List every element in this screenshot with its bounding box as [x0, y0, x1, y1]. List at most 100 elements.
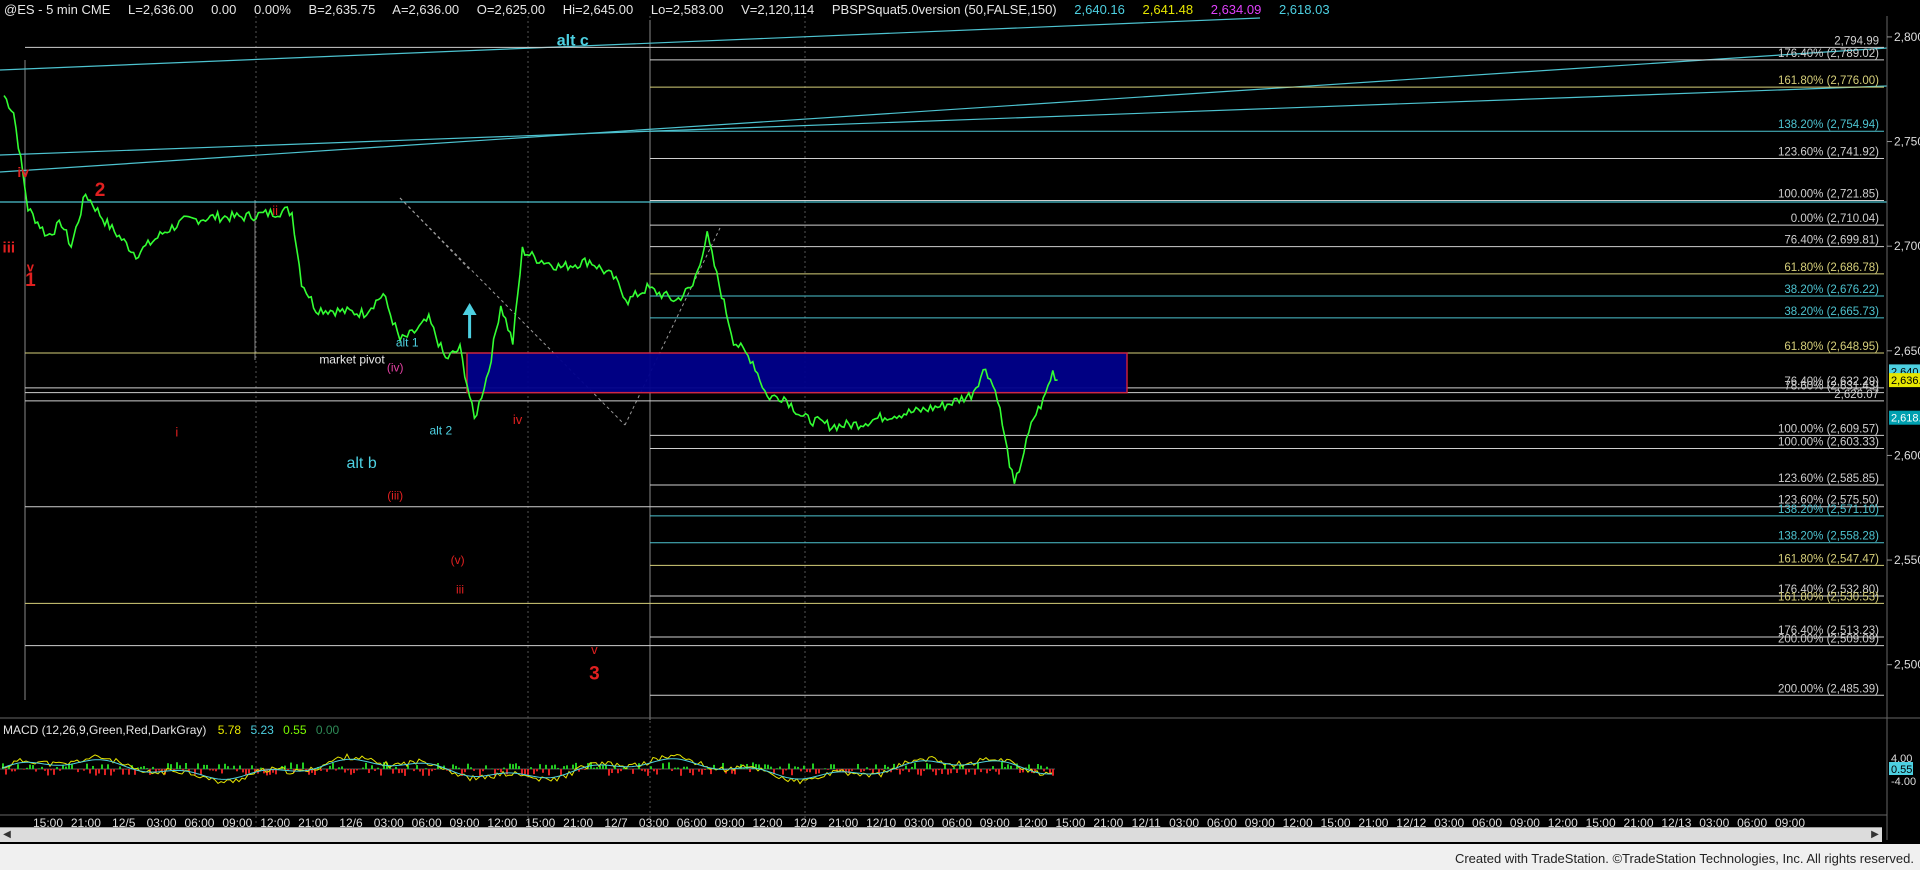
macd-histogram-bar — [503, 767, 505, 769]
scroll-right-icon[interactable]: ▶ — [1868, 828, 1882, 842]
macd-histogram-bar — [815, 769, 817, 774]
macd-histogram-bar — [533, 769, 535, 775]
fib-line-label: 123.60% (2,741.92) — [1778, 146, 1879, 158]
macd-histogram-bar — [248, 769, 250, 774]
chart-header: @ES - 5 min CME L=2,636.00 0.00 0.00% B=… — [4, 2, 1344, 17]
macd-histogram-bar — [953, 767, 955, 769]
macd-histogram-bar — [830, 764, 832, 769]
macd-histogram-bar — [107, 764, 109, 769]
fib-line-label: 138.20% (2,754.94) — [1778, 119, 1879, 131]
macd-histogram-bar — [791, 769, 793, 776]
macd-histogram-bar — [455, 765, 457, 769]
y-tick-label: 2,600.00 — [1894, 448, 1920, 462]
scroll-left-icon[interactable]: ◀ — [0, 828, 14, 842]
macd-histogram-bar — [419, 769, 421, 772]
macd-histogram-bar — [959, 764, 961, 769]
macd-value-3: 0.55 — [283, 723, 307, 737]
macd-histogram-bar — [1001, 762, 1003, 769]
macd-histogram-bar — [989, 769, 991, 771]
y-tick-label: 2,800.00 — [1894, 30, 1920, 44]
macd-histogram-bar — [5, 769, 7, 775]
macd-value-1: 5.78 — [217, 723, 242, 737]
macd-histogram-bar — [341, 766, 343, 769]
macd-histogram-bar — [1028, 764, 1030, 769]
price-tag-label: 2,636.00 — [1891, 375, 1920, 387]
macd-histogram-bar — [26, 767, 28, 769]
macd-histogram-bar — [17, 764, 19, 769]
macd-histogram-bar — [668, 762, 670, 769]
macd-histogram-bar — [329, 765, 331, 769]
macd-histogram-bar — [857, 763, 859, 769]
macd-histogram-bar — [1004, 767, 1006, 769]
macd-histogram-bar — [770, 766, 772, 769]
macd-histogram-bar — [38, 768, 40, 769]
horizontal-scrollbar[interactable]: ◀ ▶ — [0, 827, 1882, 842]
price-chart[interactable]: 2,794.99176.40% (2,789.02) 161.80% (2,776… — [0, 0, 1920, 870]
macd-histogram-bar — [245, 769, 247, 775]
macd-histogram-bar — [563, 766, 565, 769]
wave-label: 3 — [589, 663, 600, 684]
macd-histogram-bar — [113, 769, 115, 772]
macd-histogram-bar — [398, 769, 400, 774]
open-price: O=2,625.00 — [476, 2, 546, 17]
trend-line — [0, 17, 1261, 71]
macd-histogram-bar — [785, 769, 787, 771]
macd-histogram-bar — [14, 769, 16, 772]
macd-histogram-bar — [977, 762, 979, 769]
macd-value-2: 5.23 — [250, 723, 274, 737]
dashed-connector — [624, 227, 721, 426]
macd-histogram-bar — [236, 769, 238, 772]
macd-histogram-bar — [500, 769, 502, 773]
macd-histogram-bar — [59, 769, 61, 771]
macd-histogram-bar — [617, 769, 619, 774]
macd-histogram-bar — [356, 769, 358, 771]
macd-histogram-bar — [302, 762, 304, 769]
volume: V=2,120,114 — [741, 2, 815, 17]
macd-histogram-bar — [152, 766, 154, 769]
macd-histogram-bar — [41, 766, 43, 769]
macd-histogram-bar — [290, 762, 292, 769]
macd-histogram-bar — [344, 769, 346, 773]
macd-histogram-bar — [698, 769, 700, 772]
macd-histogram-bar — [827, 769, 829, 770]
macd-histogram-bar — [650, 766, 652, 769]
macd-histogram-bar — [905, 765, 907, 769]
y-tick-label: 2,650.00 — [1894, 344, 1920, 358]
macd-histogram-bar — [362, 767, 364, 769]
macd-histogram-bar — [656, 769, 658, 775]
macd-histogram-bar — [353, 769, 355, 774]
macd-histogram-bar — [23, 769, 25, 770]
macd-histogram-bar — [320, 769, 322, 771]
macd-histogram-bar — [473, 769, 475, 771]
macd-histogram-bar — [632, 769, 634, 774]
macd-histogram-bar — [620, 769, 622, 772]
fib-line-label: 161.80% (2,530.53) — [1778, 591, 1879, 603]
macd-histogram-bar — [365, 762, 367, 769]
macd-histogram-bar — [683, 766, 685, 769]
macd-histogram-bar — [395, 766, 397, 769]
indicator-value-2: 2,641.48 — [1142, 2, 1194, 17]
macd-histogram-bar — [800, 769, 802, 772]
macd-histogram-bar — [824, 768, 826, 769]
macd-histogram-bar — [818, 769, 820, 774]
macd-histogram-bar — [764, 764, 766, 769]
macd-histogram-bar — [851, 769, 853, 771]
fib-line-label: 138.20% (2,558.28) — [1778, 531, 1879, 543]
price-axis: 2,500.00 2,550.00 2,600.00 2,650.00 2,700.00… — [1886, 16, 1920, 840]
macd-histogram-bar — [863, 769, 865, 772]
macd-histogram-bar — [941, 769, 943, 774]
wave-label: i — [175, 425, 178, 440]
macd-histogram-bar — [221, 769, 223, 774]
fib-line-label: 0.00% (2,710.04) — [1791, 213, 1879, 225]
macd-histogram-bar — [35, 769, 37, 772]
fib-line-label: 38.20% (2,676.22) — [1784, 284, 1879, 296]
fib-line-label: 176.40% (2,789.02) — [1778, 48, 1879, 60]
macd-histogram-bar — [251, 765, 253, 769]
macd-histogram-bar — [812, 763, 814, 769]
macd-histogram-bar — [659, 769, 661, 770]
macd-histogram-bar — [542, 769, 544, 773]
macd-histogram-bar — [332, 762, 334, 769]
macd-histogram-bar — [122, 769, 124, 775]
macd-histogram-bar — [101, 764, 103, 769]
macd-histogram-bar — [86, 763, 88, 769]
